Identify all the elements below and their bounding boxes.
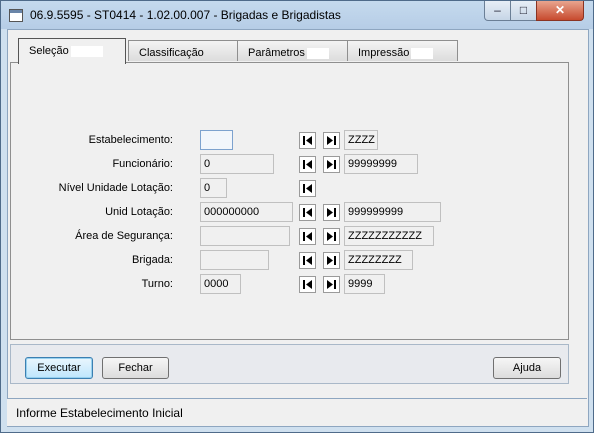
area-seguranca-label: Área de Segurança: (75, 230, 173, 242)
app-window: 06.9.5595 - ST0414 - 1.02.00.007 - Briga… (0, 0, 594, 433)
last-record-icon (327, 280, 336, 289)
estabelecimento-to-input[interactable]: ZZZZ (344, 130, 378, 150)
maximize-button[interactable]: □ (510, 1, 537, 21)
estabelecimento-label: Estabelecimento: (88, 134, 173, 146)
unid-lotacao-to-input[interactable]: 999999999 (344, 202, 441, 222)
first-record-icon (303, 136, 312, 145)
brigada-to-input[interactable]: ZZZZZZZZ (344, 250, 413, 270)
area-seguranca-to-input[interactable]: ZZZZZZZZZZZ (344, 226, 434, 246)
last-record-icon (327, 160, 336, 169)
tab-selecao[interactable]: Seleção (18, 38, 126, 64)
brigada-label: Brigada: (132, 254, 173, 266)
funcionario-last-button[interactable] (323, 156, 340, 173)
first-record-icon (303, 232, 312, 241)
tab-impressao[interactable]: Impressão (347, 40, 458, 61)
first-record-icon (303, 256, 312, 265)
funcionario-to-input[interactable]: 99999999 (344, 154, 418, 174)
last-record-icon (327, 208, 336, 217)
tab-selecao-label: Seleção (29, 45, 69, 57)
tab-classificacao[interactable]: Classificação (128, 40, 238, 61)
funcionario-from-input[interactable]: 0 (200, 154, 274, 174)
title-bar[interactable]: 06.9.5595 - ST0414 - 1.02.00.007 - Briga… (1, 1, 593, 29)
unid-lotacao-label: Unid Lotação: (105, 206, 173, 218)
estabelecimento-from-input[interactable] (200, 130, 233, 150)
unid-lotacao-from-input[interactable]: 000000000 (200, 202, 293, 222)
executar-button[interactable]: Executar (25, 357, 93, 379)
funcionario-first-button[interactable] (299, 156, 316, 173)
tab-parametros[interactable]: Parâmetros (237, 40, 348, 61)
area-seguranca-first-button[interactable] (299, 228, 316, 245)
nivel-unidade-from-input[interactable]: 0 (200, 178, 227, 198)
area-seguranca-from-input[interactable] (200, 226, 290, 246)
app-icon (9, 9, 23, 22)
nivel-unidade-label: Nível Unidade Lotação: (58, 182, 173, 194)
first-record-icon (303, 184, 312, 193)
nivel-unidade-first-button[interactable] (299, 180, 316, 197)
last-record-icon (327, 256, 336, 265)
last-record-icon (327, 136, 336, 145)
ajuda-button[interactable]: Ajuda (493, 357, 561, 379)
window-title: 06.9.5595 - ST0414 - 1.02.00.007 - Briga… (30, 8, 341, 22)
tab-impressao-label: Impressão (358, 47, 410, 59)
turno-last-button[interactable] (323, 276, 340, 293)
brigada-last-button[interactable] (323, 252, 340, 269)
brigada-first-button[interactable] (299, 252, 316, 269)
turno-label: Turno: (141, 278, 173, 290)
minimize-button[interactable]: – (484, 1, 511, 21)
tab-parametros-label: Parâmetros (248, 47, 305, 59)
first-record-icon (303, 280, 312, 289)
turno-from-input[interactable]: 0000 (200, 274, 241, 294)
unid-lotacao-last-button[interactable] (323, 204, 340, 221)
unid-lotacao-first-button[interactable] (299, 204, 316, 221)
first-record-icon (303, 208, 312, 217)
tab-control: Seleção Classificação Parâmetros Impress… (10, 38, 569, 340)
funcionario-label: Funcionário: (112, 158, 173, 170)
status-bar: Informe Estabelecimento Inicial (7, 398, 587, 426)
first-record-icon (303, 160, 312, 169)
button-bar: Executar Fechar Ajuda (10, 344, 569, 384)
status-text: Informe Estabelecimento Inicial (16, 406, 183, 420)
tab-classificacao-label: Classificação (139, 47, 204, 59)
close-button[interactable]: ✕ (536, 1, 584, 21)
turno-first-button[interactable] (299, 276, 316, 293)
brigada-from-input[interactable] (200, 250, 269, 270)
tab-page-selecao: Estabelecimento: ZZZZ Funcionário: 0 999… (10, 62, 569, 340)
fechar-button[interactable]: Fechar (102, 357, 169, 379)
estabelecimento-last-button[interactable] (323, 132, 340, 149)
area-seguranca-last-button[interactable] (323, 228, 340, 245)
last-record-icon (327, 232, 336, 241)
turno-to-input[interactable]: 9999 (344, 274, 385, 294)
estabelecimento-first-button[interactable] (299, 132, 316, 149)
